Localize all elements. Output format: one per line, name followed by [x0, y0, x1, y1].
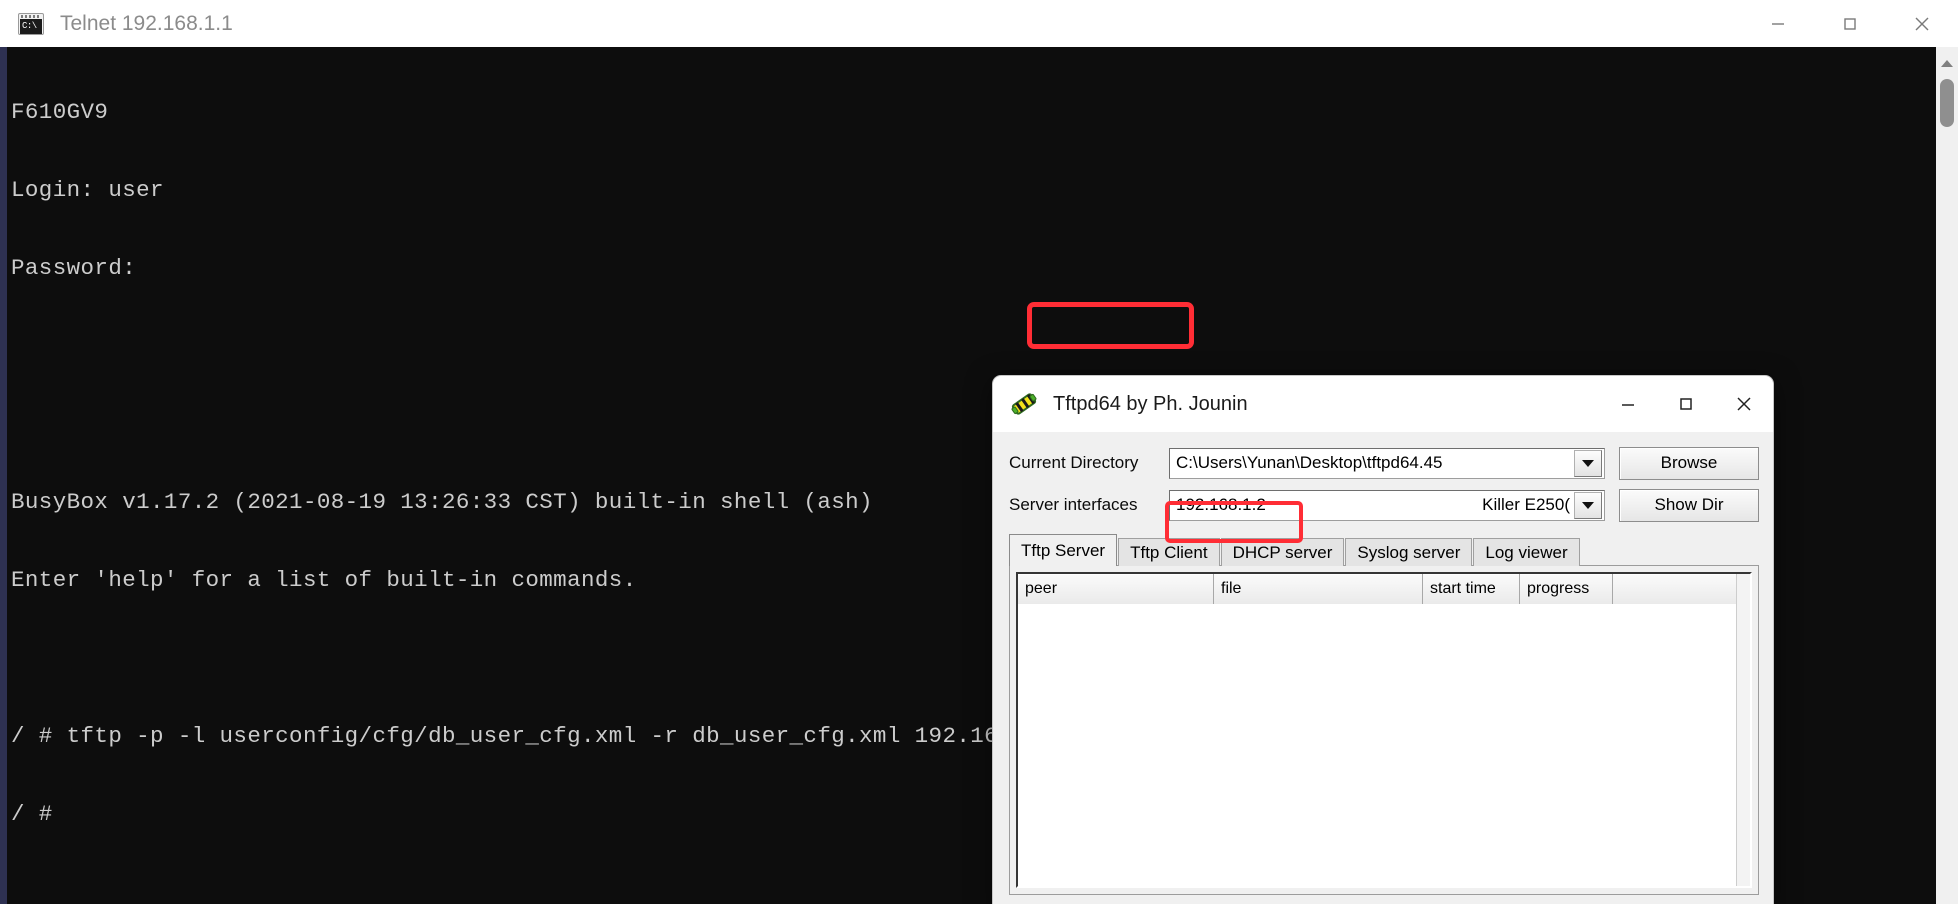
current-directory-row: Current Directory C:\Users\Yunan\Desktop… [993, 444, 1773, 482]
show-dir-button-label: Show Dir [1654, 495, 1724, 514]
tab-tftp-server-label: Tftp Server [1021, 540, 1106, 560]
minimize-button[interactable] [1742, 0, 1814, 47]
server-interfaces-row: Server interfaces 192.168.1.2 Killer E25… [993, 486, 1773, 524]
close-icon [1737, 397, 1751, 411]
console-line: Login: user [11, 177, 164, 203]
server-interfaces-combobox[interactable]: 192.168.1.2 Killer E250( [1169, 489, 1605, 521]
tftpd-close-button[interactable] [1715, 376, 1773, 432]
tab-tftp-client-label: Tftp Client [1130, 542, 1208, 562]
console-line: Password: [11, 255, 137, 281]
tabs-wrapper: Tftp Server Tftp Client DHCP server Sysl… [1009, 534, 1759, 566]
maximize-button[interactable] [1814, 0, 1886, 47]
transfer-list-header: peer file start time progress [1018, 574, 1750, 604]
console-titlebar[interactable]: Telnet 192.168.1.1 [0, 0, 1958, 47]
scroll-up-arrow-icon[interactable] [1936, 53, 1958, 73]
minimize-icon [1622, 404, 1634, 406]
tftpd-client-area: Current Directory C:\Users\Yunan\Desktop… [993, 444, 1773, 904]
console-line: BusyBox v1.17.2 (2021-08-19 13:26:33 CST… [11, 489, 873, 515]
transfer-list-rows [1018, 604, 1750, 886]
close-button[interactable] [1886, 0, 1958, 47]
browse-button[interactable]: Browse [1619, 446, 1759, 480]
transfer-list-view[interactable]: peer file start time progress [1016, 572, 1752, 888]
console-line: Enter 'help' for a list of built-in comm… [11, 567, 637, 593]
tftpd-titlebar[interactable]: Tftpd64 by Ph. Jounin [993, 376, 1773, 432]
column-header-start-time[interactable]: start time [1423, 574, 1520, 604]
minimize-icon [1772, 22, 1784, 25]
current-directory-label: Current Directory [1009, 453, 1139, 472]
show-dir-button[interactable]: Show Dir [1619, 488, 1759, 522]
scrollbar-thumb[interactable] [1940, 79, 1954, 127]
current-directory-value: C:\Users\Yunan\Desktop\tftpd64.45 [1176, 453, 1443, 472]
tftpd64-window: Tftpd64 by Ph. Jounin Current Directory … [993, 376, 1773, 904]
chevron-down-icon[interactable] [1574, 449, 1602, 477]
console-output: F610GV9 Login: user Password: BusyBox v1… [11, 47, 1068, 879]
tftpd-minimize-button[interactable] [1599, 376, 1657, 432]
tftpd-title: Tftpd64 by Ph. Jounin [1053, 392, 1248, 415]
console-titlebar-left: Telnet 192.168.1.1 [0, 0, 1742, 47]
tab-log-viewer[interactable]: Log viewer [1473, 538, 1580, 566]
screen-root: Telnet 192.168.1.1 F610GV9 Login: user P… [0, 0, 1958, 904]
maximize-icon [1844, 17, 1856, 30]
close-icon [1915, 17, 1929, 30]
current-directory-combobox[interactable]: C:\Users\Yunan\Desktop\tftpd64.45 [1169, 447, 1605, 479]
tab-log-viewer-label: Log viewer [1485, 542, 1568, 562]
console-line-command: / # tftp -p -l userconfig/cfg/db_user_cf… [11, 723, 1068, 749]
tftpd-window-controls [1599, 376, 1773, 432]
tab-dhcp-server-label: DHCP server [1232, 542, 1333, 562]
console-window-controls [1742, 0, 1958, 47]
tftp-server-panel: peer file start time progress [1009, 565, 1759, 895]
tftpd64-icon [1009, 389, 1039, 419]
tab-tftp-client[interactable]: Tftp Client [1118, 538, 1220, 566]
cmd-icon [18, 12, 44, 35]
console-line: F610GV9 [11, 99, 109, 125]
tab-syslog-server[interactable]: Syslog server [1345, 538, 1473, 566]
tab-syslog-server-label: Syslog server [1357, 542, 1461, 562]
tab-tftp-server[interactable]: Tftp Server [1009, 534, 1118, 566]
console-title: Telnet 192.168.1.1 [60, 11, 233, 35]
browse-button-label: Browse [1660, 453, 1718, 472]
server-interfaces-label: Server interfaces [1009, 495, 1138, 514]
column-header-peer[interactable]: peer [1018, 574, 1214, 604]
server-interfaces-value: 192.168.1.2 [1176, 495, 1266, 514]
transfer-list-scrollbar[interactable] [1736, 574, 1750, 886]
column-header-extra[interactable] [1613, 574, 1750, 604]
console-scrollbar[interactable] [1936, 47, 1958, 904]
chevron-down-icon[interactable] [1574, 491, 1602, 519]
tab-bar: Tftp Server Tftp Client DHCP server Sysl… [1009, 534, 1759, 566]
server-interfaces-content: 192.168.1.2 Killer E250( [1170, 495, 1574, 515]
tftpd-maximize-button[interactable] [1657, 376, 1715, 432]
maximize-icon [1680, 398, 1692, 410]
column-header-progress[interactable]: progress [1520, 574, 1613, 604]
tab-dhcp-server[interactable]: DHCP server [1220, 538, 1345, 566]
console-line-prompt: / # [11, 801, 53, 827]
column-header-file[interactable]: file [1214, 574, 1423, 604]
server-interfaces-adapter: Killer E250( [1482, 495, 1570, 514]
